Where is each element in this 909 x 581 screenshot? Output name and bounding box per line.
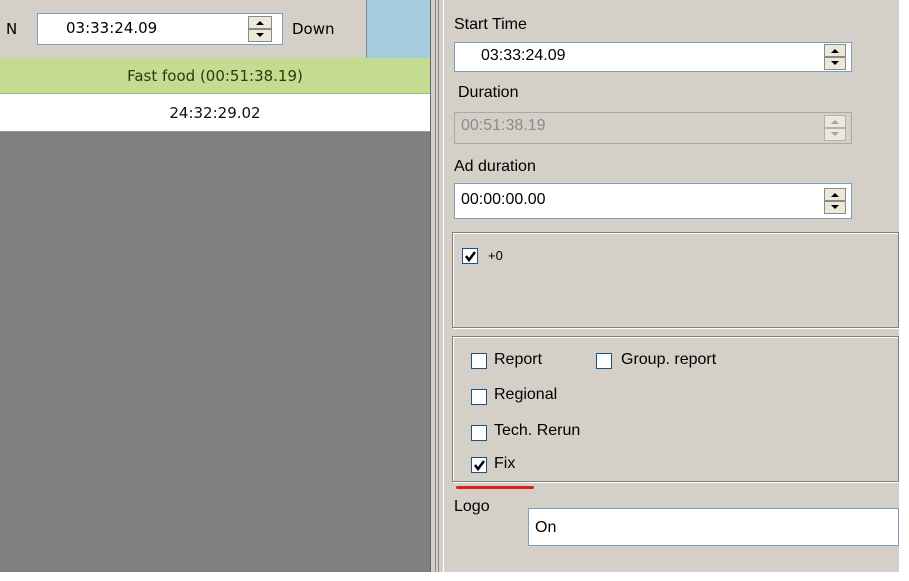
duration-label: Duration [458, 84, 519, 101]
start-time-field[interactable]: 03:33:24.09 [454, 42, 852, 72]
header-cell-blue [366, 0, 430, 58]
checkmark-icon [465, 251, 476, 263]
torn-edge [899, 0, 909, 581]
group-report-checkbox[interactable] [596, 353, 612, 369]
spinner-icon [824, 188, 846, 214]
ad-duration-field[interactable]: 00:00:00.00 [454, 183, 852, 219]
plus-zero-label: +0 [488, 248, 503, 263]
duration-spinner [824, 115, 846, 141]
schedule-grid-area: N 03:33:24.09 Down Fast food (00:51:38.1… [0, 0, 430, 572]
pane-splitter[interactable] [430, 0, 444, 572]
tech-rerun-checkbox[interactable] [471, 425, 487, 441]
table-row-fastfood[interactable]: Fast food (00:51:38.19) [0, 58, 430, 94]
plus-zero-checkbox[interactable] [462, 248, 478, 264]
time-spinner[interactable] [248, 16, 272, 42]
fix-label: Fix [494, 455, 516, 472]
splitter-grip [435, 0, 436, 572]
checkmark-icon [474, 460, 485, 472]
torn-edge [0, 572, 909, 581]
start-time-spinner[interactable] [824, 44, 846, 70]
report-label: Report [494, 351, 543, 368]
regional-checkbox[interactable] [471, 389, 487, 405]
logo-label: Logo [454, 498, 490, 515]
highlight-underline [456, 486, 534, 489]
regional-label: Regional [494, 386, 558, 403]
ad-duration-label: Ad duration [454, 158, 536, 175]
direction-label[interactable]: Down [292, 20, 335, 38]
duration-field: 00:51:38.19 [454, 112, 852, 144]
spinner-icon [248, 16, 272, 42]
time-toolbar: N 03:33:24.09 Down [0, 0, 430, 58]
time-input[interactable]: 03:33:24.09 [37, 13, 283, 45]
offset-group [452, 232, 899, 328]
report-checkbox[interactable] [471, 353, 487, 369]
spinner-icon [824, 115, 846, 141]
spinner-icon [824, 44, 846, 70]
start-time-label: Start Time [454, 16, 527, 33]
logo-field[interactable]: On [528, 508, 899, 546]
n-label: N [6, 20, 18, 38]
group-report-label: Group. report [621, 351, 717, 368]
ad-duration-spinner[interactable] [824, 188, 846, 214]
tech-rerun-label: Tech. Rerun [494, 422, 581, 439]
table-row-total[interactable]: 24:32:29.02 [0, 94, 430, 132]
splitter-grip [438, 0, 439, 572]
fix-checkbox[interactable] [471, 457, 487, 473]
